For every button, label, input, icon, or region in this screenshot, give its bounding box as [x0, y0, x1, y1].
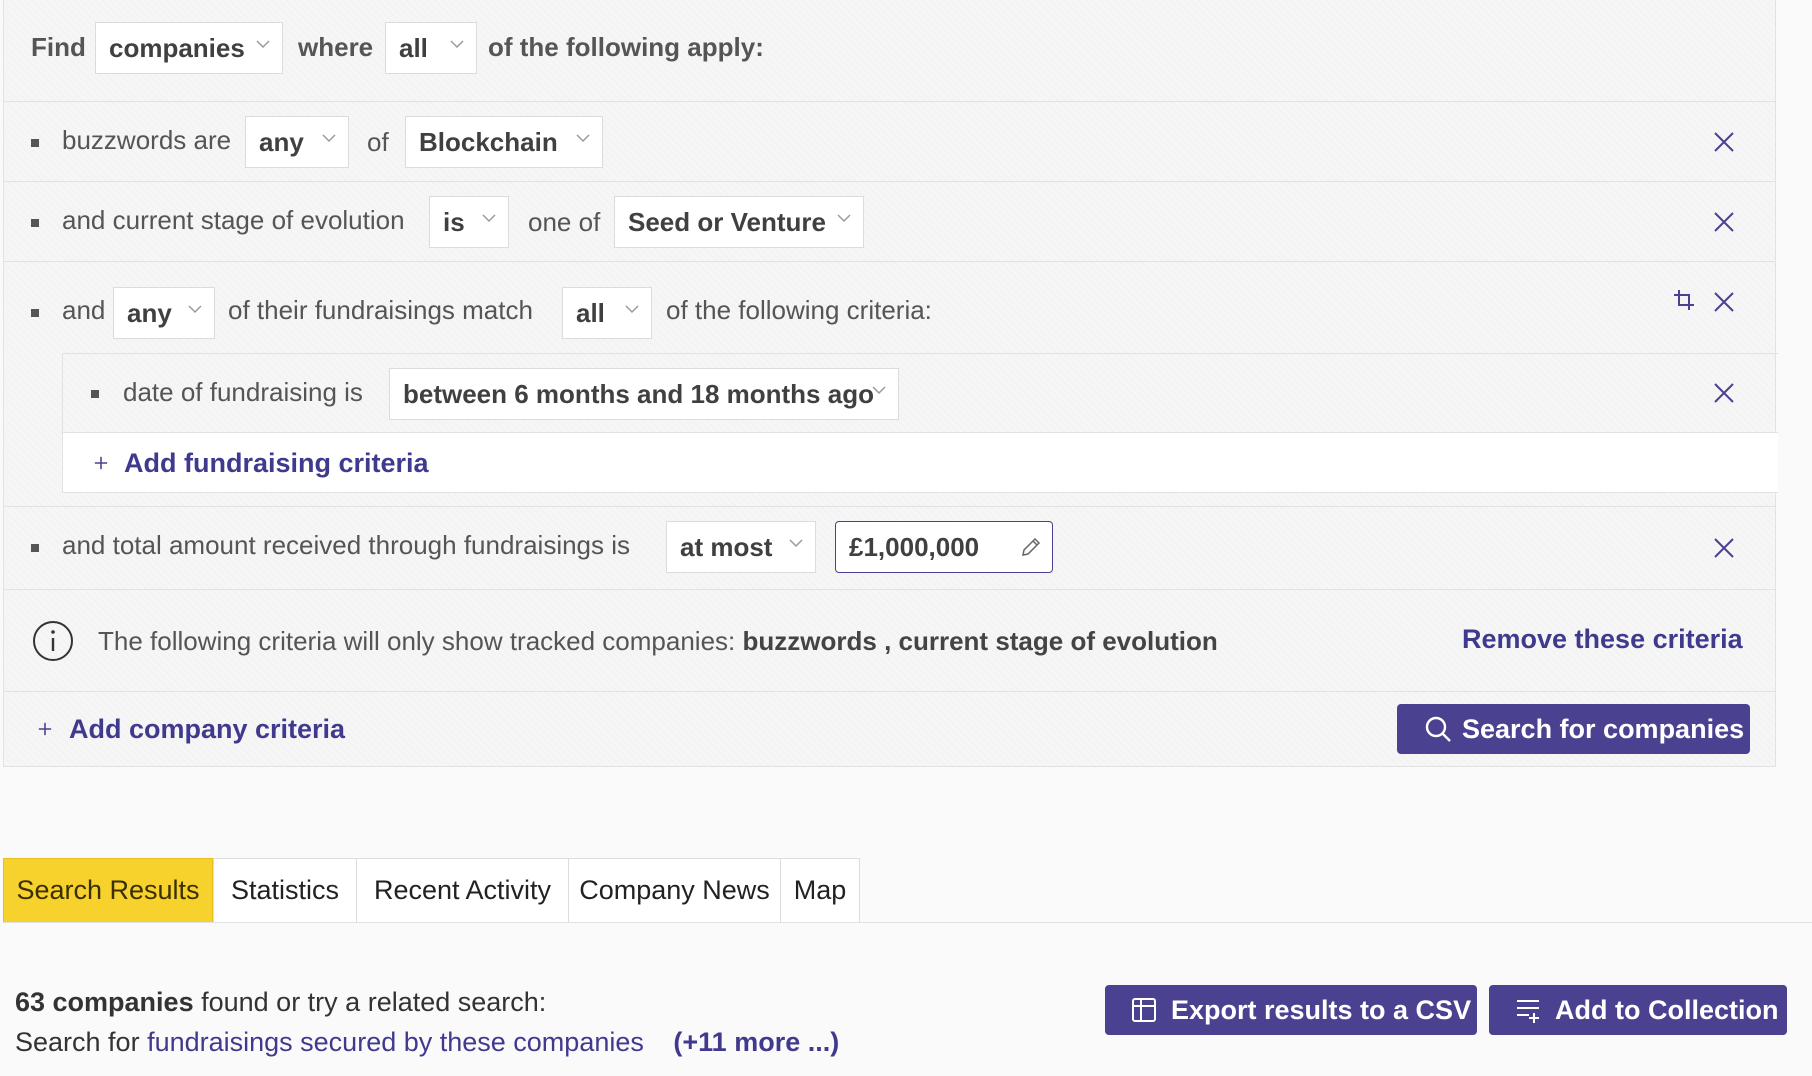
search-icon	[1425, 716, 1451, 742]
criterion-connector: one of	[528, 207, 601, 237]
criterion-connector: of their fundraisings match	[228, 295, 533, 325]
chevron-down-icon	[480, 209, 498, 227]
bullet	[31, 219, 39, 227]
close-icon[interactable]	[1713, 537, 1735, 559]
buzzwords-operator-value: any	[259, 127, 304, 157]
notice-fields: buzzwords , current stage of evolution	[742, 626, 1218, 656]
amount-operator-value: at most	[680, 532, 773, 562]
close-icon[interactable]	[1713, 291, 1735, 313]
close-icon[interactable]	[1713, 382, 1735, 404]
quantifier-select-value: all	[399, 33, 428, 63]
tab-recent-activity[interactable]: Recent Activity	[356, 858, 569, 923]
tab-search-results[interactable]: Search Results	[3, 858, 213, 923]
info-icon	[33, 621, 73, 661]
fundraisings-quantifier-select[interactable]: any	[113, 287, 215, 339]
chevron-down-icon	[623, 300, 641, 318]
date-range-value: between 6 months and 18 months ago	[403, 379, 874, 409]
results-summary: 63 companies found or try a related sear…	[15, 985, 546, 1019]
table-icon	[1132, 998, 1156, 1022]
buzzwords-value: Blockchain	[419, 127, 558, 157]
search-button-label: Search for companies	[1462, 714, 1745, 744]
plus-icon	[38, 722, 52, 736]
fundraisings-match-select[interactable]: all	[562, 287, 652, 339]
add-fundraising-row: Add fundraising criteria	[62, 433, 1778, 493]
notice-text: The following criteria will only show tr…	[98, 624, 1218, 658]
criterion-buzzwords: buzzwords are any of Blockchain	[4, 102, 1775, 182]
results-found-text: found or try a related search:	[201, 987, 547, 1017]
chevron-down-icon	[835, 209, 853, 227]
entity-select-value: companies	[109, 33, 245, 63]
buzzwords-value-select[interactable]: Blockchain	[405, 116, 603, 168]
pencil-icon[interactable]	[1020, 536, 1042, 558]
criterion-label: and total amount received through fundra…	[62, 530, 631, 560]
criterion-fundraisings: and any of their fundraisings match all …	[4, 262, 1778, 507]
search-for-companies-button[interactable]: Search for companies	[1397, 704, 1750, 754]
criteria-header-row: Find companies where all of the followin…	[4, 0, 1775, 102]
add-fundraising-criteria-link[interactable]: Add fundraising criteria	[124, 446, 429, 480]
stage-value: Seed or Venture	[628, 207, 826, 237]
plus-icon	[94, 456, 108, 470]
where-label: where	[298, 32, 374, 62]
find-label: Find	[31, 32, 86, 62]
chevron-down-icon	[787, 534, 805, 552]
close-icon[interactable]	[1713, 211, 1735, 233]
tabs-divider	[3, 922, 1812, 923]
stage-value-select[interactable]: Seed or Venture	[614, 196, 864, 248]
add-company-criteria-link[interactable]: Add company criteria	[69, 712, 345, 746]
tab-map[interactable]: Map	[780, 858, 860, 923]
related-search-link[interactable]: fundraisings secured by these companies	[147, 1027, 644, 1057]
criteria-panel: Find companies where all of the followin…	[3, 0, 1778, 767]
more-related-link[interactable]: (+11 more ...)	[673, 1027, 839, 1057]
sub-criterion-label: date of fundraising is	[123, 377, 363, 407]
bullet	[91, 390, 99, 398]
remove-criteria-link[interactable]: Remove these criteria	[1462, 622, 1743, 656]
header-suffix: of the following apply:	[488, 32, 764, 62]
related-search: Search for fundraisings secured by these…	[15, 1025, 839, 1059]
stage-operator-value: is	[443, 207, 465, 237]
results-count: 63 companies	[15, 987, 194, 1017]
criteria-footer: Add company criteria Search for companie…	[4, 692, 1775, 767]
add-to-collection-button[interactable]: Add to Collection	[1489, 985, 1787, 1035]
bullet	[31, 139, 39, 147]
criterion-label: and current stage of evolution	[62, 205, 405, 235]
quantifier-select[interactable]: all	[385, 22, 477, 74]
criterion-suffix: of the following criteria:	[666, 295, 932, 325]
tab-statistics[interactable]: Statistics	[213, 858, 357, 923]
buzzwords-operator-select[interactable]: any	[245, 116, 349, 168]
amount-operator-select[interactable]: at most	[666, 521, 816, 573]
criterion-stage: and current stage of evolution is one of…	[4, 182, 1775, 262]
collection-button-label: Add to Collection	[1555, 995, 1779, 1025]
amount-value: £1,000,000	[849, 532, 980, 562]
entity-select[interactable]: companies	[95, 22, 283, 74]
chevron-down-icon	[574, 129, 592, 147]
chevron-down-icon	[186, 300, 204, 318]
related-search-label: Search for	[15, 1027, 140, 1057]
criterion-connector: of	[367, 127, 389, 157]
criterion-total-amount: and total amount received through fundra…	[4, 507, 1775, 590]
list-add-icon	[1517, 1000, 1539, 1023]
bullet	[31, 544, 39, 552]
date-range-select[interactable]: between 6 months and 18 months ago	[389, 368, 899, 420]
criterion-label: and	[62, 295, 106, 325]
sub-criterion-date: date of fundraising is between 6 months …	[62, 353, 1778, 433]
close-icon[interactable]	[1713, 131, 1735, 153]
fundraisings-match-value: all	[576, 298, 605, 328]
bullet	[31, 309, 39, 317]
notice-message: The following criteria will only show tr…	[98, 626, 736, 656]
fundraisings-quantifier-value: any	[127, 298, 172, 328]
tab-company-news[interactable]: Company News	[568, 858, 781, 923]
criterion-label: buzzwords are	[62, 125, 232, 155]
chevron-down-icon	[870, 381, 888, 399]
chevron-down-icon	[448, 35, 466, 53]
export-csv-button[interactable]: Export results to a CSV	[1105, 985, 1477, 1035]
chevron-down-icon	[320, 129, 338, 147]
amount-input[interactable]: £1,000,000	[835, 521, 1053, 573]
crop-icon[interactable]	[1673, 289, 1695, 311]
stage-operator-select[interactable]: is	[429, 196, 509, 248]
export-button-label: Export results to a CSV	[1171, 995, 1472, 1025]
tracked-companies-notice: The following criteria will only show tr…	[4, 590, 1775, 692]
chevron-down-icon	[254, 35, 272, 53]
